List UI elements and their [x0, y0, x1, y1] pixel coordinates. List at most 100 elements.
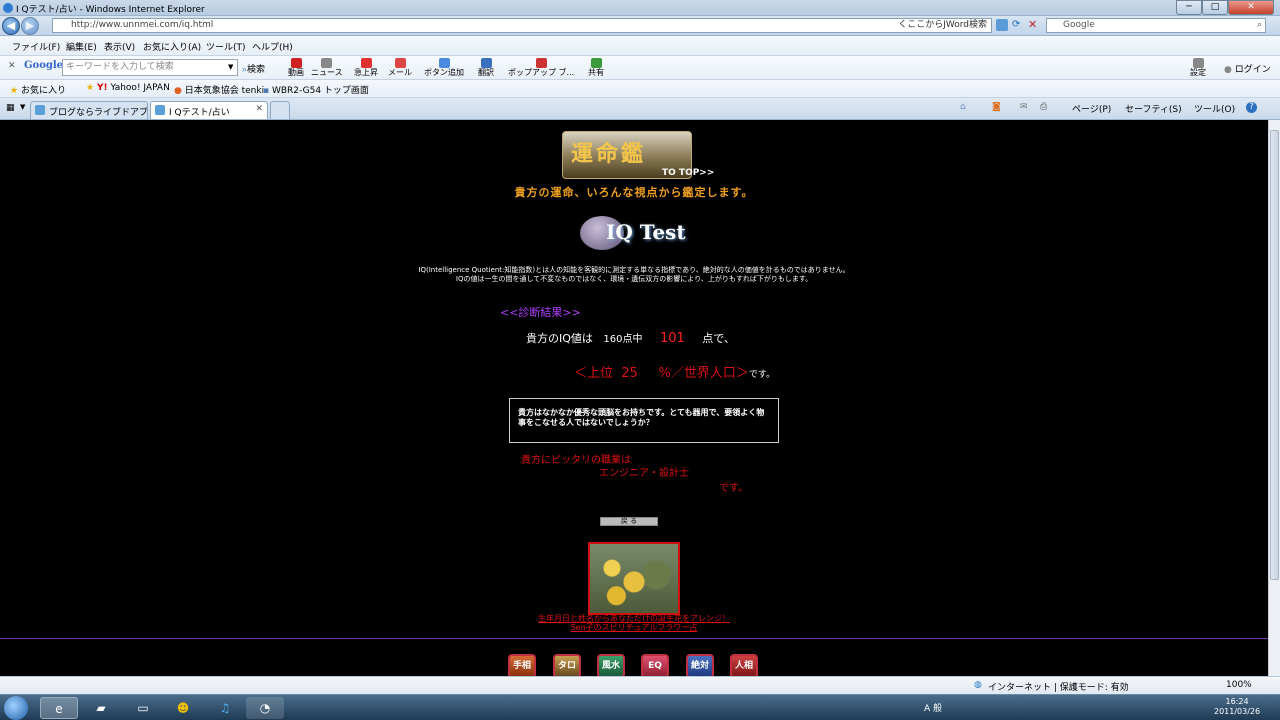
translate-button[interactable]: 翻訳	[478, 58, 494, 77]
chevron-down-icon[interactable]: ▼	[228, 63, 233, 71]
folder-icon[interactable]: ▰	[82, 697, 120, 719]
menu-edit[interactable]: 編集(E)	[66, 40, 97, 53]
plus-icon	[438, 58, 450, 68]
menu-help[interactable]: ヘルプ(H)	[252, 40, 293, 53]
close-toolbar-icon[interactable]: ✕	[8, 61, 16, 71]
divider	[0, 638, 1268, 639]
login-button[interactable]: ● ログイン	[1224, 62, 1271, 75]
tab-blog[interactable]: ブログならライブドアブ...	[30, 101, 148, 119]
add-button-button[interactable]: ボタン追加	[424, 58, 464, 77]
search-box[interactable]: Google ⌕	[1046, 18, 1266, 33]
clock[interactable]: 16:24 2011/03/26	[1214, 697, 1260, 717]
stop-icon[interactable]: ✕	[1028, 18, 1037, 31]
yahoo-icon: Y!	[96, 83, 108, 93]
news-icon	[321, 58, 333, 68]
iq-test-title: IQ Test	[606, 220, 686, 244]
window-title: I Qテスト/占い - Windows Internet Explorer	[16, 5, 205, 15]
taskbar-ie-icon[interactable]: e	[40, 697, 78, 719]
page-menu[interactable]: ページ(P)	[1072, 102, 1111, 115]
search-placeholder: Google	[1063, 20, 1095, 30]
compat-view-icon[interactable]	[996, 19, 1008, 31]
taskbar: e ▰ ▭ ☻ ♫ ◔ A 般 16:24 2011/03/26	[0, 694, 1280, 720]
tab-iq-test[interactable]: I Qテスト/占い ✕	[150, 101, 268, 119]
fengshui-icon[interactable]: 風水	[597, 654, 625, 676]
ie-icon	[3, 3, 13, 13]
itunes-icon[interactable]: ♫	[206, 697, 244, 719]
app-icon[interactable]: ◔	[246, 697, 284, 719]
address-bar[interactable]: http://www.unnmei.com/iq.html くここからJWord…	[52, 18, 992, 33]
scroll-thumb[interactable]	[1270, 130, 1279, 580]
gmail-icon	[394, 58, 406, 68]
print-icon[interactable]: ⎙	[1040, 102, 1047, 112]
fav-tenki[interactable]: ● 日本気象協会 tenki	[174, 83, 264, 96]
job-value: エンジニア・設計士	[599, 468, 689, 479]
eq-icon[interactable]: EQ	[641, 654, 669, 676]
page-icon: ▪	[263, 86, 270, 96]
physiognomy-icon[interactable]: 人相占い	[730, 654, 758, 676]
translate-icon	[480, 58, 492, 68]
flower-link[interactable]: 生年月日と姓名からあなただけの誕生花をアレンジ！ Sen子のスピリチュアルフラワ…	[0, 614, 1268, 632]
mail-button[interactable]: メール	[388, 58, 412, 77]
maximize-button[interactable]: □	[1202, 0, 1228, 15]
forward-nav-button[interactable]: ▶	[21, 17, 39, 35]
url-text: http://www.unnmei.com/iq.html	[71, 20, 214, 30]
search-icon[interactable]: ⌕	[1257, 19, 1262, 32]
settings-button[interactable]: 設定	[1190, 58, 1206, 77]
google-search-input[interactable]: キーワードを入力して検索	[62, 59, 238, 76]
ime-indicator[interactable]: A 般	[924, 701, 942, 714]
quick-tabs-icon[interactable]: ▦	[6, 103, 15, 113]
tools-menu[interactable]: ツール(O)	[1194, 102, 1235, 115]
menu-favorites[interactable]: お気に入り(A)	[143, 40, 201, 53]
tab-list-icon[interactable]: ▼	[20, 103, 25, 111]
popup-blocker-button[interactable]: ポップアップ ブ...	[508, 58, 574, 77]
zone-status[interactable]: インターネット | 保護モード: 有効	[988, 680, 1129, 693]
iq-value: 101	[659, 331, 685, 346]
video-button[interactable]: 動画	[288, 58, 304, 77]
share-button[interactable]: 共有	[588, 58, 604, 77]
address-row: ◀ ▶ http://www.unnmei.com/iq.html くここからJ…	[0, 16, 1280, 36]
safety-menu[interactable]: セーフティ(S)	[1125, 102, 1182, 115]
zoom-level[interactable]: 100%	[1226, 680, 1252, 690]
menu-view[interactable]: 表示(V)	[104, 40, 135, 53]
rank-value: 25	[621, 366, 638, 381]
fav-yahoo[interactable]: ★ Y! Yahoo! JAPAN	[86, 83, 170, 93]
jword-suggest[interactable]: くここからJWord検索	[898, 19, 987, 32]
messenger-icon[interactable]: ☻	[164, 697, 202, 719]
to-top-link[interactable]: TO TOP>>	[662, 168, 714, 178]
person-icon: ●	[1224, 65, 1232, 75]
google-search-button[interactable]: ⌕検索	[242, 62, 265, 75]
close-window-button[interactable]: ✕	[1228, 0, 1274, 15]
result-heading: <<診断結果>>	[500, 306, 581, 319]
trending-button[interactable]: 急上昇	[354, 58, 378, 77]
help-icon[interactable]: ?	[1246, 102, 1257, 113]
arrow-up-icon	[360, 58, 372, 68]
tagline: 貴方の運命、いろんな視点から鑑定します。	[514, 186, 754, 199]
home-icon[interactable]: ⌂	[960, 102, 966, 112]
menu-tools[interactable]: ツール(T)	[206, 40, 246, 53]
favorites-button[interactable]: ★ お気に入り	[10, 83, 66, 96]
wrench-icon	[1192, 58, 1204, 68]
favorites-bar: ★ お気に入り ★ Y! Yahoo! JAPAN ● 日本気象協会 tenki…	[0, 80, 1280, 98]
read-mail-icon[interactable]: ✉	[1020, 102, 1028, 112]
refresh-icon[interactable]: ⟳	[1012, 19, 1020, 30]
iq-description: IQ(Intelligence Quotient:知能指数)とは人の知能を客観的…	[0, 266, 1268, 284]
vertical-scrollbar[interactable]	[1268, 120, 1280, 676]
rss-icon[interactable]: ◙	[992, 102, 1001, 112]
flower-banner-image[interactable]	[588, 542, 680, 615]
desc-line-1: IQ(Intelligence Quotient:知能指数)とは人の知能を客観的…	[418, 266, 850, 274]
news-button[interactable]: ニュース	[311, 58, 343, 77]
back-nav-button[interactable]: ◀	[2, 17, 20, 35]
minimize-button[interactable]: ─	[1176, 0, 1202, 15]
window-icon[interactable]: ▭	[124, 697, 162, 719]
perfect-pitch-icon[interactable]: 絶対音感	[686, 654, 714, 676]
fav-router[interactable]: ▪ WBR2-G54 トップ画面	[263, 83, 369, 96]
back-button[interactable]: 戻 る	[600, 517, 658, 526]
start-button[interactable]	[4, 696, 28, 720]
share-icon	[590, 58, 602, 68]
close-tab-icon[interactable]: ✕	[255, 104, 263, 114]
tarot-icon[interactable]: タロット	[553, 654, 581, 676]
menu-file[interactable]: ファイル(F)	[12, 40, 60, 53]
google-logo: Google	[24, 60, 64, 71]
new-tab-button[interactable]	[270, 101, 290, 119]
palm-reading-icon[interactable]: 手相	[508, 654, 536, 676]
